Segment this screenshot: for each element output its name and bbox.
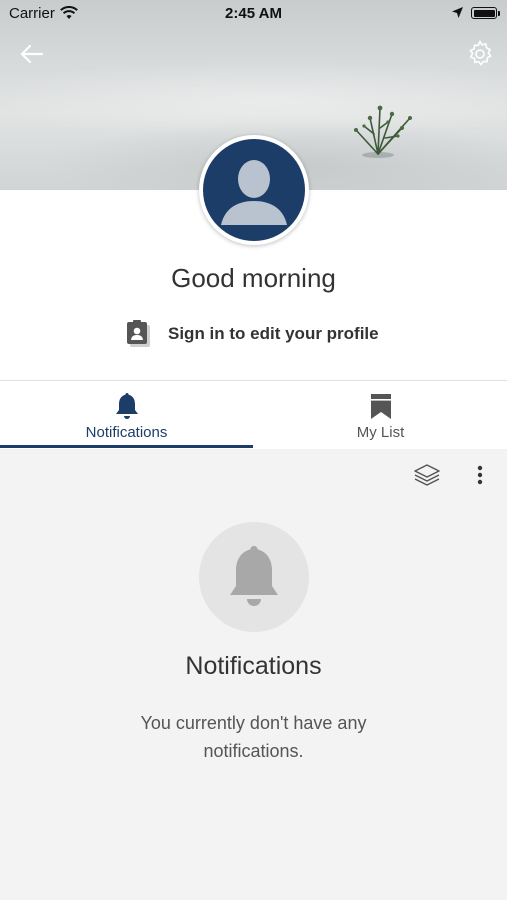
sign-in-link[interactable]: Sign in to edit your profile	[124, 318, 379, 350]
layers-icon	[414, 464, 440, 486]
tab-label: My List	[356, 424, 405, 441]
back-button[interactable]	[16, 38, 48, 70]
tab-notifications[interactable]: Notifications	[0, 381, 253, 449]
battery-icon	[471, 7, 500, 19]
avatar-circle	[203, 139, 305, 241]
profile-clipboard-icon	[127, 320, 150, 347]
user-silhouette-icon	[221, 160, 287, 225]
plant-illustration	[354, 105, 412, 158]
tab-label: Notifications	[85, 424, 168, 441]
settings-button[interactable]	[464, 38, 496, 70]
empty-state-icon-circle	[199, 522, 309, 632]
active-tab-indicator	[0, 445, 253, 448]
location-arrow-icon	[452, 7, 463, 18]
bell-icon	[115, 393, 138, 419]
empty-state-description: You currently don't have any notificatio…	[140, 713, 367, 761]
bookmark-icon	[370, 394, 391, 419]
layers-button[interactable]	[412, 462, 442, 488]
tab-my-list[interactable]: My List	[254, 381, 507, 449]
sign-in-label: Sign in to edit your profile	[168, 324, 379, 343]
more-options-button[interactable]	[470, 462, 490, 488]
clock-time: 2:45 AM	[225, 5, 282, 22]
tab-bar: Notifications My List	[0, 380, 507, 449]
bell-icon	[230, 546, 278, 606]
empty-state-title: Notifications	[185, 652, 322, 680]
status-bar: Carrier 2:45 AM	[0, 0, 507, 28]
more-vertical-icon	[477, 465, 483, 485]
avatar[interactable]	[199, 135, 309, 245]
gear-icon	[469, 39, 492, 66]
greeting-text: Good morning	[171, 263, 336, 293]
